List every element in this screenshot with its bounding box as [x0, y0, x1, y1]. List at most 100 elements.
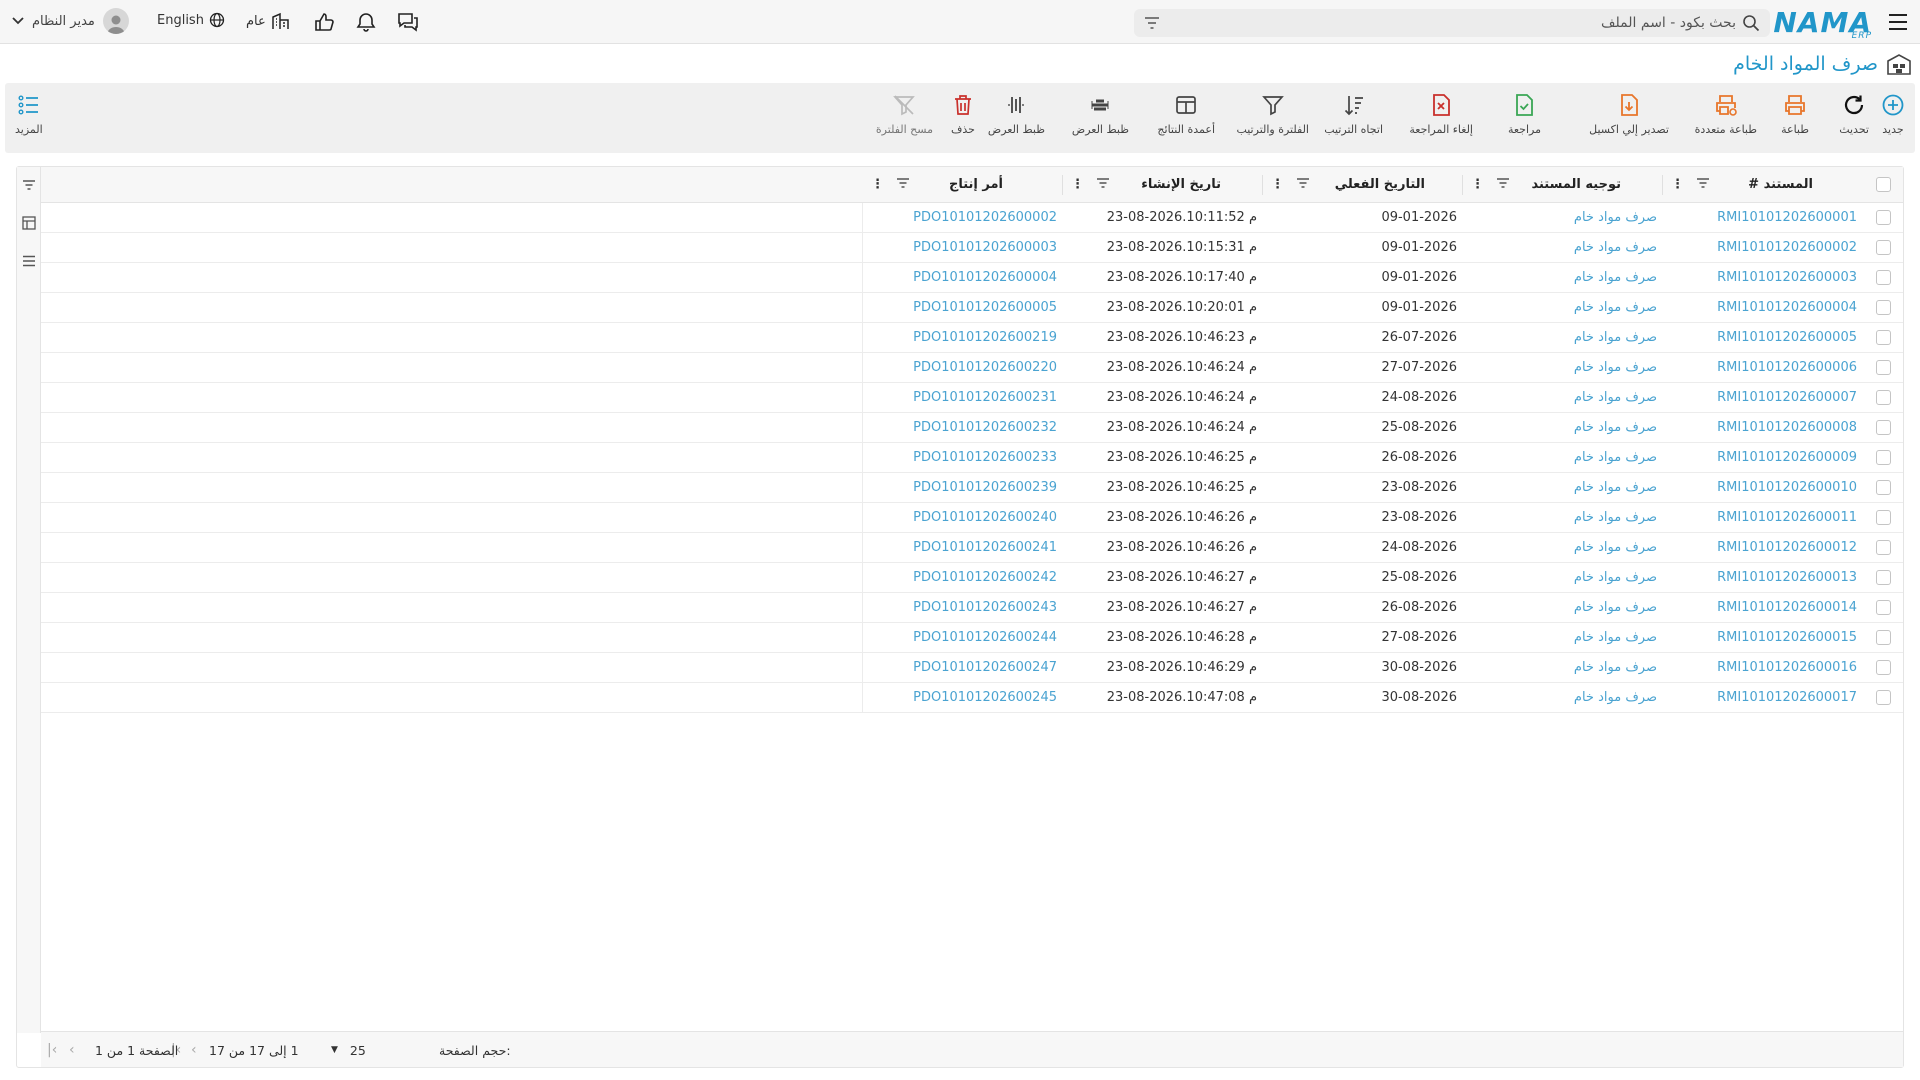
table-row[interactable]: RMI10101202600013 صرف مواد خام 25-08-2026 2… [41, 563, 1903, 593]
document-number-link[interactable]: RMI10101202600005 [1663, 323, 1863, 352]
table-row[interactable]: RMI10101202600009 صرف مواد خام 26-08-2026 2… [41, 443, 1903, 473]
print-button[interactable]: طباعة [1781, 93, 1809, 136]
sort-direction-button[interactable]: اتجاه الترتيب [1324, 93, 1383, 136]
document-number-link[interactable]: RMI10101202600006 [1663, 353, 1863, 382]
routing-link[interactable]: صرف مواد خام [1463, 263, 1663, 292]
row-checkbox[interactable] [1875, 270, 1891, 285]
row-checkbox[interactable] [1875, 480, 1891, 495]
multi-print-button[interactable]: طباعة متعددة [1695, 93, 1757, 136]
more-button[interactable]: المزيد [15, 93, 43, 136]
production-order-link[interactable]: PDO10101202600003 [863, 233, 1063, 262]
table-row[interactable]: RMI10101202600010 صرف مواد خام 23-08-2026 2… [41, 473, 1903, 503]
column-header-routing[interactable]: توجيه المستند ⋮ [1463, 167, 1663, 202]
production-order-link[interactable]: PDO10101202600241 [863, 533, 1063, 562]
routing-link[interactable]: صرف مواد خام [1463, 413, 1663, 442]
row-checkbox[interactable] [1875, 420, 1891, 435]
messages-button[interactable] [394, 9, 422, 35]
select-all-checkbox[interactable] [1875, 177, 1891, 192]
document-number-link[interactable]: RMI10101202600007 [1663, 383, 1863, 412]
column-menu-icon[interactable]: ⋮ [1071, 177, 1084, 192]
document-number-link[interactable]: RMI10101202600011 [1663, 503, 1863, 532]
production-order-link[interactable]: PDO10101202600232 [863, 413, 1063, 442]
table-row[interactable]: RMI10101202600004 صرف مواد خام 09-01-2026 2… [41, 293, 1903, 323]
document-number-link[interactable]: RMI10101202600012 [1663, 533, 1863, 562]
language-switch[interactable]: English [157, 12, 225, 28]
page-size-select[interactable]: ▼ 25 [331, 1032, 366, 1068]
production-order-link[interactable]: PDO10101202600005 [863, 293, 1063, 322]
feedback-button[interactable] [310, 9, 338, 35]
row-checkbox[interactable] [1875, 360, 1891, 375]
user-menu[interactable]: مدير النظام [12, 8, 129, 34]
column-header-actual-date[interactable]: التاريخ الفعلي ⋮ [1263, 167, 1463, 202]
production-order-link[interactable]: PDO10101202600245 [863, 683, 1063, 712]
table-row[interactable]: RMI10101202600008 صرف مواد خام 25-08-2026 2… [41, 413, 1903, 443]
document-number-link[interactable]: RMI10101202600001 [1663, 203, 1863, 232]
table-row[interactable]: RMI10101202600006 صرف مواد خام 27-07-2026 2… [41, 353, 1903, 383]
cancel-review-button[interactable]: إلغاء المراجعة [1409, 93, 1473, 136]
column-menu-icon[interactable]: ⋮ [1471, 177, 1484, 192]
column-filter-icon[interactable] [1696, 177, 1710, 193]
column-menu-icon[interactable]: ⋮ [871, 177, 884, 192]
row-checkbox[interactable] [1875, 510, 1891, 525]
column-header-created-date[interactable]: تاريخ الإنشاء ⋮ [1063, 167, 1263, 202]
table-row[interactable]: RMI10101202600014 صرف مواد خام 26-08-2026 2… [41, 593, 1903, 623]
row-checkbox[interactable] [1875, 300, 1891, 315]
column-menu-icon[interactable]: ⋮ [1271, 177, 1284, 192]
new-button[interactable]: جديد [1881, 93, 1905, 136]
routing-link[interactable]: صرف مواد خام [1463, 353, 1663, 382]
routing-link[interactable]: صرف مواد خام [1463, 323, 1663, 352]
routing-link[interactable]: صرف مواد خام [1463, 383, 1663, 412]
table-row[interactable]: RMI10101202600003 صرف مواد خام 09-01-2026 2… [41, 263, 1903, 293]
table-row[interactable]: RMI10101202600007 صرف مواد خام 24-08-2026 2… [41, 383, 1903, 413]
result-columns-button[interactable]: أعمدة النتائج [1157, 93, 1215, 136]
filter-sort-button[interactable]: الفلترة والترتيب [1236, 93, 1309, 136]
routing-link[interactable]: صرف مواد خام [1463, 533, 1663, 562]
table-row[interactable]: RMI10101202600011 صرف مواد خام 23-08-2026 2… [41, 503, 1903, 533]
production-order-link[interactable]: PDO10101202600233 [863, 443, 1063, 472]
document-number-link[interactable]: RMI10101202600009 [1663, 443, 1863, 472]
document-number-link[interactable]: RMI10101202600015 [1663, 623, 1863, 652]
production-order-link[interactable]: PDO10101202600240 [863, 503, 1063, 532]
export-excel-button[interactable]: تصدير إلي اكسيل [1589, 93, 1669, 136]
row-checkbox[interactable] [1875, 630, 1891, 645]
production-order-link[interactable]: PDO10101202600219 [863, 323, 1063, 352]
view-settings-button-2[interactable]: ظبط العرض [988, 93, 1045, 136]
hamburger-menu-button[interactable] [1884, 8, 1912, 36]
column-filter-icon[interactable] [1096, 177, 1110, 193]
table-row[interactable]: RMI10101202600015 صرف مواد خام 27-08-2026 2… [41, 623, 1903, 653]
search-icon[interactable] [1742, 14, 1760, 32]
previous-page-button[interactable]: ‹ [191, 1032, 197, 1068]
production-order-link[interactable]: PDO10101202600242 [863, 563, 1063, 592]
document-number-link[interactable]: RMI10101202600010 [1663, 473, 1863, 502]
branch-selector[interactable]: عام [246, 12, 291, 30]
production-order-link[interactable]: PDO10101202600247 [863, 653, 1063, 682]
column-header-production-order[interactable]: أمر إنتاج ⋮ [863, 167, 1063, 202]
row-checkbox[interactable] [1875, 210, 1891, 225]
routing-link[interactable]: صرف مواد خام [1463, 443, 1663, 472]
document-number-link[interactable]: RMI10101202600013 [1663, 563, 1863, 592]
production-order-link[interactable]: PDO10101202600239 [863, 473, 1063, 502]
document-number-link[interactable]: RMI10101202600008 [1663, 413, 1863, 442]
view-settings-button-1[interactable]: ظبط العرض [1072, 93, 1129, 136]
table-row[interactable]: RMI10101202600016 صرف مواد خام 30-08-2026 2… [41, 653, 1903, 683]
production-order-link[interactable]: PDO10101202600244 [863, 623, 1063, 652]
panel-filter-button[interactable] [21, 177, 37, 193]
search-input[interactable] [1160, 15, 1742, 31]
table-row[interactable]: RMI10101202600001 صرف مواد خام 09-01-2026 2… [41, 203, 1903, 233]
row-checkbox[interactable] [1875, 540, 1891, 555]
table-row[interactable]: RMI10101202600005 صرف مواد خام 26-07-2026 2… [41, 323, 1903, 353]
routing-link[interactable]: صرف مواد خام [1463, 473, 1663, 502]
row-checkbox[interactable] [1875, 660, 1891, 675]
next-page-button[interactable]: ‹ [69, 1032, 75, 1068]
notifications-button[interactable] [352, 9, 380, 35]
column-filter-icon[interactable] [1496, 177, 1510, 193]
production-order-link[interactable]: PDO10101202600231 [863, 383, 1063, 412]
routing-link[interactable]: صرف مواد خام [1463, 653, 1663, 682]
row-checkbox[interactable] [1875, 570, 1891, 585]
row-checkbox[interactable] [1875, 390, 1891, 405]
delete-button[interactable]: حذف [951, 93, 975, 136]
row-checkbox[interactable] [1875, 450, 1891, 465]
panel-table-button[interactable] [21, 215, 37, 231]
document-number-link[interactable]: RMI10101202600002 [1663, 233, 1863, 262]
document-number-link[interactable]: RMI10101202600016 [1663, 653, 1863, 682]
